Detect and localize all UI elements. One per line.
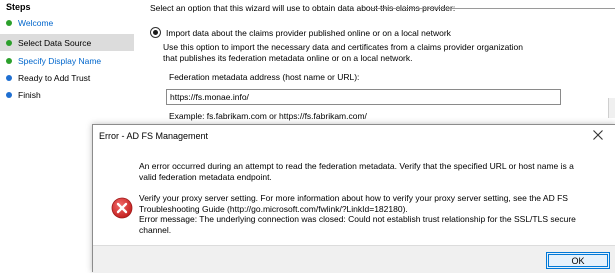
step-status-dot — [6, 57, 12, 64]
side-panel-edge — [608, 98, 615, 118]
step-label: Select Data Source — [18, 37, 92, 48]
dialog-body: An error occurred during an attempt to r… — [93, 151, 615, 245]
metadata-address-input[interactable] — [166, 89, 561, 105]
metadata-address-label: Federation metadata address (host name o… — [169, 72, 360, 82]
step-welcome[interactable]: Welcome — [0, 14, 134, 31]
step-ready-to-add-trust: Ready to Add Trust — [0, 69, 134, 86]
import-online-option[interactable]: Import data about the claims provider pu… — [150, 27, 451, 38]
wizard-content: Select an option that this wizard will u… — [135, 0, 615, 125]
close-icon[interactable] — [592, 129, 604, 141]
step-label: Ready to Add Trust — [18, 72, 91, 83]
step-select-data-source[interactable]: Select Data Source — [0, 34, 134, 51]
radio-button-selected[interactable] — [150, 27, 161, 38]
step-label: Welcome — [18, 17, 54, 28]
steps-title: Steps — [6, 2, 31, 12]
window-edge-line — [370, 8, 615, 9]
step-specify-display-name[interactable]: Specify Display Name — [0, 52, 134, 69]
step-status-dot — [6, 91, 12, 98]
dialog-title: Error - AD FS Management — [99, 131, 209, 141]
error-detail-text: Verify your proxy server setting. For mo… — [139, 193, 591, 235]
step-finish: Finish — [0, 86, 134, 103]
step-label: Finish — [18, 89, 41, 100]
option-label: Import data about the claims provider pu… — [166, 27, 451, 38]
option-description: Use this option to import the necessary … — [163, 42, 524, 63]
ok-button[interactable]: OK — [546, 252, 610, 269]
error-dialog: Error - AD FS Management An error occurr… — [92, 124, 615, 273]
error-message-text: Error message: The underlying connection… — [139, 214, 576, 235]
proxy-hint-text: Verify your proxy server setting. For mo… — [139, 193, 568, 214]
step-status-dot — [6, 19, 12, 26]
error-icon — [111, 197, 133, 219]
example-text: Example: fs.fabrikam.com or https://fs.f… — [169, 111, 367, 121]
error-summary-text: An error occurred during an attempt to r… — [139, 161, 574, 182]
step-status-dot — [6, 74, 12, 81]
dialog-footer: OK — [93, 245, 615, 273]
step-status-dot — [6, 39, 12, 46]
step-label: Specify Display Name — [18, 55, 102, 66]
